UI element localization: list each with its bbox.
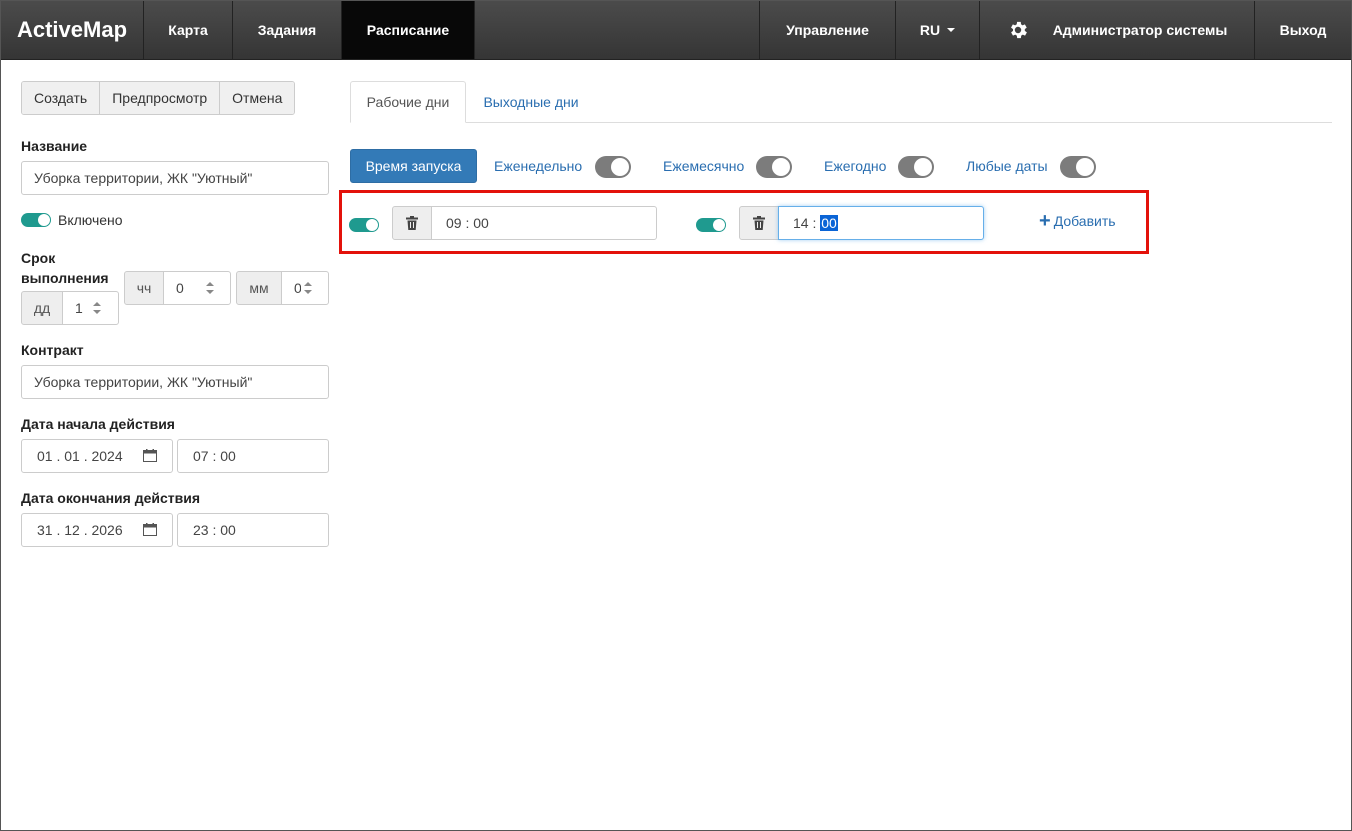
name-label: Название [21, 138, 88, 154]
cancel-button[interactable]: Отмена [220, 82, 295, 114]
enabled-toggle[interactable] [21, 213, 51, 227]
time2-minutes-selected: 00 [820, 215, 838, 231]
time1-input[interactable]: 09 : 00 [431, 206, 657, 240]
monthly-toggle[interactable] [756, 156, 792, 178]
navbar-spacer [475, 1, 760, 59]
minutes-spinner-icon[interactable] [301, 278, 315, 298]
contract-label: Контракт [21, 342, 84, 358]
duration-label-line2: выполнения [21, 270, 109, 286]
yearly-toggle[interactable] [898, 156, 934, 178]
action-button-group: Создать Предпросмотр Отмена [21, 81, 296, 115]
start-time-value: 07 : 00 [193, 448, 236, 464]
language-dropdown[interactable]: RU [896, 1, 980, 59]
end-time-value: 23 : 00 [193, 522, 236, 538]
contract-input-value: Уборка территории, ЖК "Уютный" [34, 374, 253, 390]
nav-tasks[interactable]: Задания [233, 1, 342, 59]
preview-button[interactable]: Предпросмотр [100, 82, 221, 114]
top-navbar: ActiveMap Карта Задания Расписание Управ… [1, 1, 1351, 60]
user-menu[interactable]: Администратор системы [980, 1, 1255, 59]
time1-toggle[interactable] [349, 218, 379, 232]
calendar-icon[interactable] [143, 449, 157, 462]
enabled-label: Включено [58, 212, 123, 228]
add-time-label: Добавить [1053, 213, 1116, 229]
time2-delete-button[interactable] [739, 206, 779, 240]
hours-spinner-icon[interactable] [203, 278, 217, 298]
days-unit: дд [21, 291, 63, 325]
time2-input[interactable]: 14 : 00 [778, 206, 984, 240]
trash-icon [406, 216, 418, 230]
any-dates-toggle[interactable] [1060, 156, 1096, 178]
contract-input[interactable]: Уборка территории, ЖК "Уютный" [21, 365, 329, 399]
duration-label: Срок выполнения [21, 248, 109, 288]
nav-map[interactable]: Карта [144, 1, 233, 59]
create-button[interactable]: Создать [22, 82, 101, 114]
name-input[interactable]: Уборка территории, ЖК "Уютный" [21, 161, 329, 195]
brand-logo[interactable]: ActiveMap [1, 1, 144, 59]
time2-toggle[interactable] [696, 218, 726, 232]
logout-link[interactable]: Выход [1255, 1, 1351, 59]
time1-value: 09 : 00 [446, 215, 489, 231]
time2-hours: 14 [793, 215, 809, 231]
monthly-label[interactable]: Ежемесячно [663, 158, 744, 174]
trash-icon [753, 216, 765, 230]
gear-icon [1010, 21, 1027, 39]
add-time-link[interactable]: + Добавить [1039, 210, 1116, 232]
end-date-label: Дата окончания действия [21, 490, 201, 506]
weekly-toggle[interactable] [595, 156, 631, 178]
hours-value: 0 [176, 280, 184, 296]
hours-input[interactable]: 0 [163, 271, 231, 305]
tab-weekends[interactable]: Выходные дни [469, 81, 593, 123]
calendar-icon[interactable] [143, 523, 157, 536]
start-time-input[interactable]: 07 : 00 [177, 439, 329, 473]
weekly-label[interactable]: Еженедельно [494, 158, 582, 174]
days-value: 1 [75, 300, 83, 316]
tab-workdays[interactable]: Рабочие дни [350, 81, 466, 123]
time1-delete-button[interactable] [392, 206, 432, 240]
caret-down-icon [947, 28, 956, 32]
language-label: RU [919, 22, 941, 38]
any-dates-label[interactable]: Любые даты [966, 158, 1048, 174]
duration-label-line1: Срок [21, 250, 56, 266]
days-spinner-icon[interactable] [90, 298, 104, 318]
launch-time-button[interactable]: Время запуска [350, 149, 477, 183]
name-input-value: Уборка территории, ЖК "Уютный" [34, 170, 253, 186]
start-date-value: 01 . 01 . 2024 [37, 448, 123, 464]
minutes-unit: мм [236, 271, 282, 305]
plus-icon: + [1039, 210, 1051, 232]
start-date-label: Дата начала действия [21, 416, 175, 432]
nav-manage[interactable]: Управление [760, 1, 896, 59]
time2-separator: : [808, 215, 821, 231]
nav-schedule[interactable]: Расписание [342, 1, 475, 59]
end-time-input[interactable]: 23 : 00 [177, 513, 329, 547]
hours-unit: чч [124, 271, 164, 305]
end-date-value: 31 . 12 . 2026 [37, 522, 123, 538]
yearly-label[interactable]: Ежегодно [824, 158, 886, 174]
user-name: Администратор системы [1052, 22, 1228, 38]
